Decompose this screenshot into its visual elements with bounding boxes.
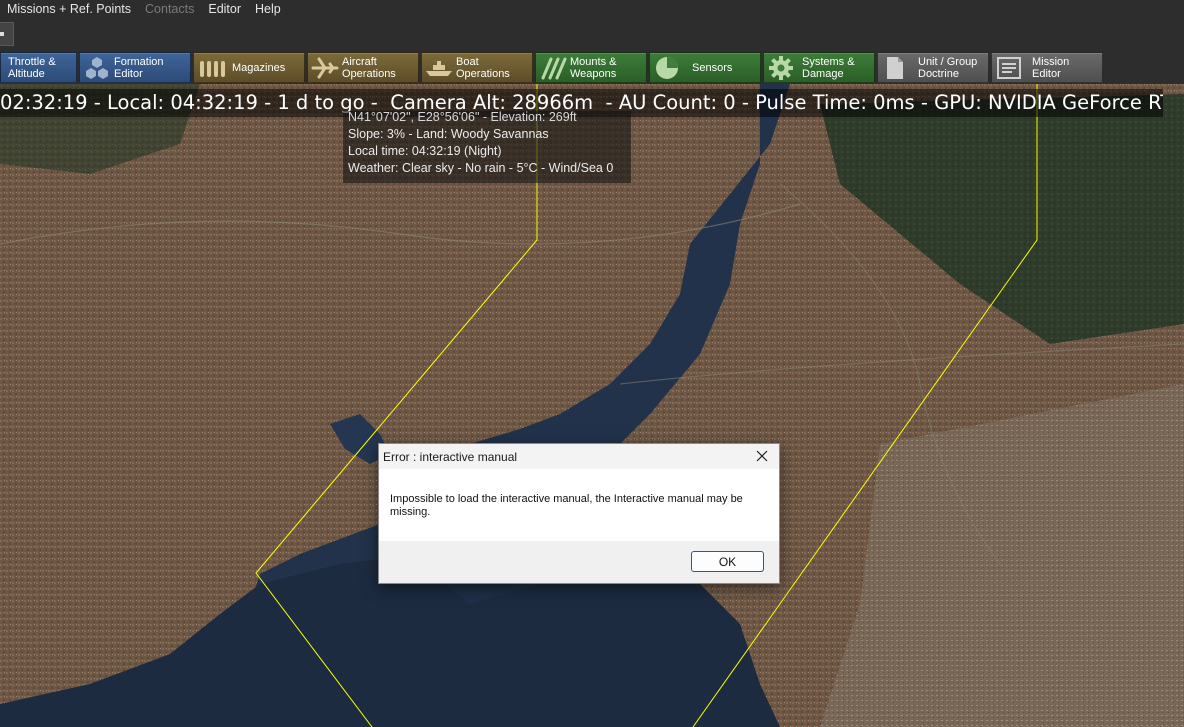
map-info-tooltip: N41°07'02", E28°56'06" - Elevation: 269f…: [343, 111, 631, 183]
local-time-text: Local time: 04:32:19 (Night): [348, 144, 502, 158]
aircraft-operations-button[interactable]: Aircraft Operations: [307, 52, 419, 83]
systems-damage-label: Systems & Damage: [802, 55, 855, 80]
coordinates-text: N41°07'02", E28°56'06" - Elevation: 269f…: [348, 111, 577, 124]
ok-button[interactable]: OK: [691, 551, 764, 572]
mission-editor-icon: [992, 53, 1026, 82]
magazines-label: Magazines: [232, 61, 286, 74]
boat-operations-button[interactable]: Boat Operations: [421, 52, 533, 83]
doctrine-label: Unit / Group Doctrine: [918, 55, 978, 80]
dialog-title: Error : interactive manual: [383, 449, 518, 464]
dialog-message: Impossible to load the interactive manua…: [390, 493, 743, 518]
throttle-altitude-button[interactable]: Throttle & Altitude: [0, 52, 77, 83]
menu-missions[interactable]: Missions + Ref. Points: [0, 1, 138, 17]
menu-help[interactable]: Help: [248, 1, 288, 17]
aircraft-icon: [308, 53, 342, 82]
mounts-icon: [536, 53, 570, 82]
formation-editor-button[interactable]: Formation Editor: [79, 52, 191, 83]
close-button[interactable]: [751, 446, 773, 466]
sensors-button[interactable]: Sensors: [649, 52, 761, 83]
dialog-titlebar: Error : interactive manual: [379, 444, 779, 469]
menu-contacts: Contacts: [145, 2, 195, 16]
slope-land-text: Slope: 3% - Land: Woody Savannas: [348, 127, 549, 141]
mounts-weapons-button[interactable]: Mounts & Weapons: [535, 52, 647, 83]
mounts-weapons-label: Mounts & Weapons: [570, 55, 617, 80]
throttle-altitude-label: Throttle & Altitude: [8, 55, 56, 80]
side-panel-toggle[interactable]: [0, 22, 14, 46]
magazines-icon: [194, 53, 228, 82]
gear-icon: [764, 53, 798, 82]
dialog-footer: OK: [379, 541, 779, 583]
sub-toolbar: [0, 18, 1184, 50]
error-dialog: Error : interactive manual Impossible to…: [378, 443, 780, 584]
formation-icon: [80, 53, 114, 82]
boat-operations-label: Boat Operations: [456, 55, 510, 80]
unit-toolbar: Throttle & Altitude Formation Editor Mag…: [0, 50, 1184, 84]
menu-bar: Missions + Ref. Points Contacts Editor H…: [0, 0, 1184, 18]
boat-icon: [422, 53, 456, 82]
sensors-label: Sensors: [692, 61, 733, 74]
toggle-icon: [0, 32, 4, 36]
sensors-icon: [650, 53, 684, 82]
close-icon: [756, 450, 768, 462]
aircraft-operations-label: Aircraft Operations: [342, 55, 396, 80]
mission-editor-button[interactable]: Mission Editor: [991, 52, 1103, 83]
weather-text: Weather: Clear sky - No rain - 5°C - Win…: [348, 161, 614, 175]
systems-damage-button[interactable]: Systems & Damage: [763, 52, 875, 83]
menu-editor[interactable]: Editor: [201, 1, 248, 17]
magazines-button[interactable]: Magazines: [193, 52, 305, 83]
formation-editor-label: Formation Editor: [114, 55, 164, 80]
doctrine-icon: [878, 53, 912, 82]
mission-editor-label: Mission Editor: [1032, 55, 1070, 80]
doctrine-button[interactable]: Unit / Group Doctrine: [877, 52, 989, 83]
